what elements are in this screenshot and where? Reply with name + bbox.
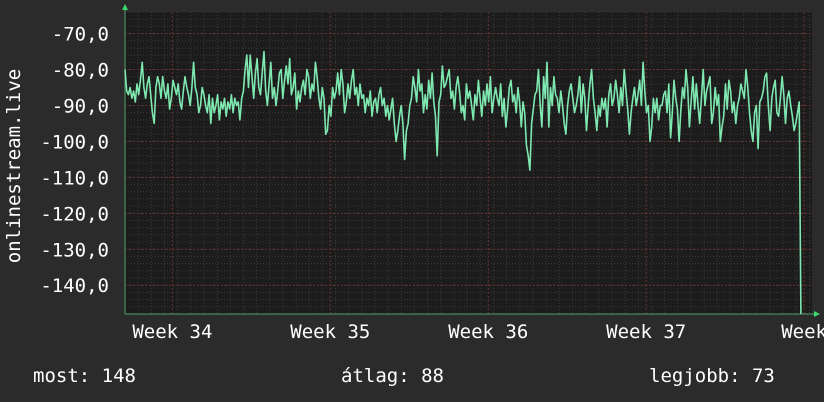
x-tick-labels: Week 34 Week 35 Week 36 Week 37 Week (132, 321, 824, 343)
plot-area (125, 12, 812, 314)
y-tick-label: -90,0 (52, 95, 109, 117)
y-tick-label: -130,0 (40, 239, 109, 261)
y-tick-label: -70,0 (52, 24, 109, 46)
y-tick-label: -140,0 (40, 275, 109, 297)
chart-root: -70,0 -80,0 -90,0 -100,0 -110,0 -120,0 -130,0 -… (0, 0, 824, 402)
y-tick-label: -110,0 (40, 167, 109, 189)
y-tick-label: -80,0 (52, 60, 109, 82)
y-axis-arrow (122, 4, 128, 10)
line-chart: -70,0 -80,0 -90,0 -100,0 -110,0 -120,0 -130,0 -… (3, 4, 824, 387)
current-value-label: most: 148 (33, 365, 136, 387)
y-tick-labels: -70,0 -80,0 -90,0 -100,0 -110,0 -120,0 -130,0 -… (40, 24, 109, 298)
y-tick-label: -100,0 (40, 131, 109, 153)
x-tick-label: Week 34 (132, 321, 212, 343)
average-value-label: átlag: 88 (341, 365, 444, 387)
x-axis-arrow (814, 311, 820, 317)
y-tick-label: -120,0 (40, 203, 109, 225)
x-tick-label: Week (781, 321, 824, 343)
grid (124, 11, 812, 315)
best-value-label: legjobb: 73 (649, 365, 775, 387)
x-tick-label: Week 37 (606, 321, 686, 343)
y-axis-label: onlinestream.live (3, 69, 25, 263)
x-tick-label: Week 36 (448, 321, 528, 343)
x-tick-label: Week 35 (290, 321, 370, 343)
